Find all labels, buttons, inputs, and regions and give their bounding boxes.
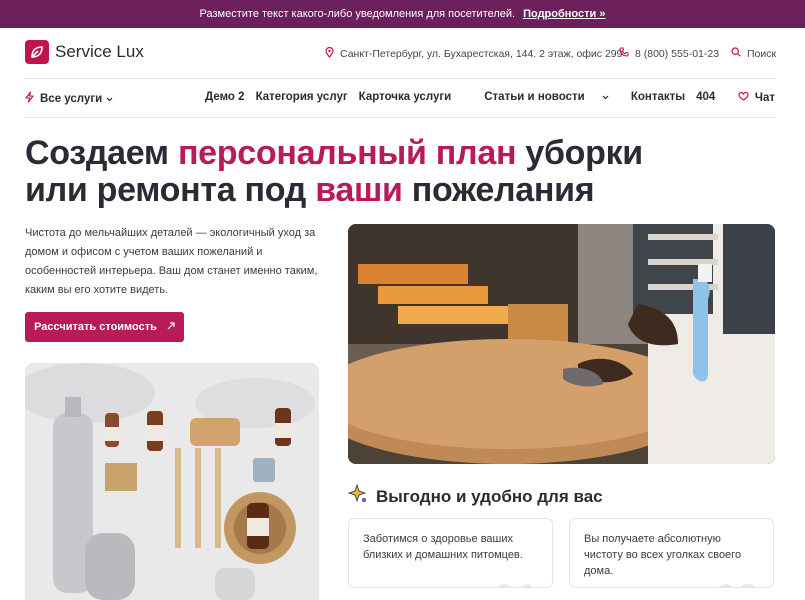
calculate-cost-button[interactable]: Рассчитать стоимость (25, 312, 184, 342)
chat-button[interactable]: Чат (738, 91, 775, 105)
nav-items: Демо 2 Категория услуг Карточка услуги С… (205, 91, 726, 103)
search-label: Поиск (747, 47, 777, 60)
nav-item-articles-label: Статьи и новости (484, 91, 585, 103)
nav-item-service-card-label: Карточка услуги (358, 91, 452, 103)
site-header: Service Lux Санкт-Петербург, ул. Бухарес… (25, 28, 776, 79)
search-icon (731, 47, 741, 60)
announcement-text: Разместите текст какого-либо уведомления… (199, 8, 516, 20)
arrow-up-right-icon (167, 321, 175, 333)
hero-line-1: Создаем персональный план уборки (25, 135, 785, 172)
chevron-down-icon (106, 93, 113, 105)
cleaning-products-image (25, 363, 319, 600)
address-text: Санкт-Петербург, ул. Бухарестская, 144. … (340, 48, 623, 60)
benefits-heading: Выгодно и удобно для вас (347, 483, 603, 509)
benefit-card: Заботимся о здоровье ваших близких и дом… (348, 518, 553, 588)
chat-label: Чат (754, 92, 775, 104)
leaf-logo-icon (25, 40, 49, 64)
hero-text: Создаем (25, 134, 178, 172)
benefits-title-text: Выгодно и удобно для вас (376, 486, 603, 506)
nav-item-404[interactable]: 404 (696, 91, 715, 103)
announcement-bar: Разместите текст какого-либо уведомления… (0, 0, 805, 28)
lightning-icon (25, 91, 34, 106)
phone-icon (619, 47, 629, 60)
nav-item-category[interactable]: Категория услуг (256, 91, 348, 103)
all-services-menu[interactable]: Все услуги (25, 91, 113, 106)
location-pin-icon (325, 46, 334, 61)
hero-line-2: или ремонта под ваши пожелания (25, 172, 785, 209)
nav-item-service-card[interactable]: Карточка услуги (359, 91, 474, 103)
nav-item-contacts[interactable]: Контакты (631, 91, 685, 103)
hero-text: пожелания (402, 171, 595, 209)
sparkle-icon (347, 483, 368, 509)
chat-heart-icon (738, 91, 749, 105)
address[interactable]: Санкт-Петербург, ул. Бухарестская, 144. … (325, 46, 623, 61)
nav-item-demo2[interactable]: Демо 2 (205, 91, 245, 103)
benefit-text: Заботимся о здоровье ваших близких и дом… (363, 533, 523, 561)
phone[interactable]: 8 (800) 555-01-23 (619, 47, 719, 60)
hero-accent: персональный план (177, 134, 517, 172)
main-nav: Все услуги Демо 2 Категория услуг Карточ… (25, 79, 775, 118)
logo-text: Service Lux (55, 42, 144, 61)
benefit-card: Вы получаете абсолютную чистоту во всех … (569, 518, 774, 588)
benefit-text: Вы получаете абсолютную чистоту во всех … (584, 533, 742, 577)
nav-item-articles[interactable]: Статьи и новости (484, 91, 620, 103)
search-button[interactable]: Поиск (731, 47, 776, 60)
phone-text: 8 (800) 555-01-23 (635, 47, 720, 60)
announcement-more-link[interactable]: Подробности » (523, 8, 605, 20)
cta-label: Рассчитать стоимость (34, 321, 157, 333)
hero-description: Чистота до мельчайших деталей — экологич… (25, 227, 318, 296)
hero-text: уборки (516, 134, 643, 172)
all-services-label: Все услуги (40, 92, 103, 105)
hero-text: или ремонта под (25, 171, 316, 209)
chevron-down-icon (602, 91, 609, 103)
logo[interactable]: Service Lux (25, 40, 144, 64)
hero-accent: ваши (315, 171, 403, 209)
hero-title: Создаем персональный план уборки или рем… (25, 135, 785, 209)
cleaning-table-image (348, 224, 775, 464)
